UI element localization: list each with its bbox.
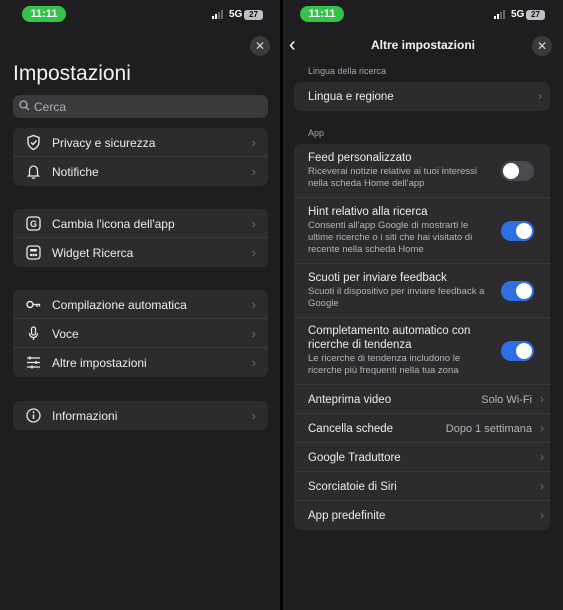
signal-icon (494, 10, 505, 19)
settings-group-input: Compilazione automatica › Voce › Altre i… (13, 290, 268, 377)
toggle-description: Le ricerche di tendenza includono le ric… (308, 353, 461, 376)
status-time: 11:11 (300, 6, 344, 22)
search-hint-toggle[interactable] (501, 221, 534, 241)
language-group: Lingua e regione › (294, 82, 550, 111)
microphone-icon (28, 326, 39, 340)
row-privacy[interactable]: Privacy e sicurezza › (13, 128, 268, 157)
row-more-settings[interactable]: Altre impostazioni › (13, 348, 268, 377)
page-title: Altre impostazioni (370, 38, 475, 52)
row-video-preview[interactable]: Anteprima video Solo Wi-Fi › (294, 385, 550, 414)
search-icon (19, 100, 30, 111)
toggle-title: Hint relativo alla ricerca (308, 206, 428, 218)
row-label: Lingua e regione (308, 91, 394, 103)
trending-autocomplete-toggle[interactable] (501, 341, 534, 361)
row-label: Compilazione automatica (52, 298, 187, 312)
section-header-search-language: Lingua della ricerca (308, 66, 387, 76)
chevron-right-icon: › (540, 421, 544, 435)
row-label: Altre impostazioni (52, 356, 147, 370)
network-label: 5G (229, 9, 243, 20)
settings-group-appearance: G Cambia l'icona dell'app › Widget Ricer… (13, 209, 268, 267)
widget-icon (26, 245, 41, 260)
more-settings-screen: 11:11 5G 27 ‹ Altre impostazioni ✕ Lingu… (283, 0, 563, 610)
row-voice[interactable]: Voce › (13, 319, 268, 348)
battery-icon: 27 (526, 10, 545, 20)
search-placeholder: Cerca (34, 100, 67, 114)
row-info[interactable]: Informazioni › (13, 401, 268, 430)
settings-screen: 11:11 5G 27 ✕ Impostazioni Cerca Privacy… (0, 0, 280, 610)
status-time: 11:11 (22, 6, 66, 22)
close-icon: ✕ (254, 39, 266, 53)
google-g-icon: G (26, 216, 41, 231)
search-input[interactable]: Cerca (13, 95, 268, 118)
close-button[interactable]: ✕ (532, 36, 552, 56)
toggle-description: Riceverai notizie relative ai tuoi inter… (308, 166, 477, 189)
row-label: App predefinite (308, 510, 386, 522)
close-icon: ✕ (536, 39, 548, 53)
row-label: Privacy e sicurezza (52, 136, 156, 150)
row-label: Voce (52, 327, 79, 341)
app-settings-group: Feed personalizzato Riceverai notizie re… (294, 144, 550, 530)
chevron-right-icon: › (538, 89, 542, 103)
chevron-right-icon: › (540, 479, 544, 493)
row-clear-tabs[interactable]: Cancella schede Dopo 1 settimana › (294, 414, 550, 443)
row-label: Cambia l'icona dell'app (52, 217, 175, 231)
row-value: Solo Wi-Fi (481, 394, 532, 406)
toggle-description: Scuoti il dispositivo per inviare feedba… (308, 286, 485, 309)
toggle-row-trending-autocomplete: Completamento automatico con ricerche di… (294, 318, 550, 385)
personalized-feed-toggle[interactable] (501, 161, 534, 181)
row-autofill[interactable]: Compilazione automatica › (13, 290, 268, 319)
row-label: Google Traduttore (308, 452, 401, 464)
row-label: Cancella schede (308, 423, 394, 435)
chevron-right-icon: › (540, 392, 544, 406)
chevron-right-icon: › (251, 164, 256, 179)
chevron-right-icon: › (251, 297, 256, 312)
row-siri-shortcuts[interactable]: Scorciatoie di Siri › (294, 472, 550, 501)
chevron-right-icon: › (251, 408, 256, 423)
status-bar: 11:11 5G 27 (0, 6, 280, 24)
status-bar: 11:11 5G 27 (283, 6, 563, 24)
settings-group-about: Informazioni › (13, 401, 268, 430)
page-title: Impostazioni (13, 62, 131, 85)
settings-group-privacy: Privacy e sicurezza › Notifiche › (13, 128, 268, 186)
info-icon (26, 408, 41, 423)
chevron-right-icon: › (251, 326, 256, 341)
close-button[interactable]: ✕ (250, 36, 270, 56)
signal-icon (212, 10, 223, 19)
row-label: Anteprima video (308, 394, 392, 406)
toggle-title: Scuoti per inviare feedback (308, 272, 447, 284)
row-change-icon[interactable]: G Cambia l'icona dell'app › (13, 209, 268, 238)
key-icon (26, 300, 41, 309)
section-header-app: App (308, 128, 325, 138)
row-google-translate[interactable]: Google Traduttore › (294, 443, 550, 472)
row-language-region[interactable]: Lingua e regione › (294, 82, 550, 111)
row-value: Dopo 1 settimana (445, 423, 532, 435)
chevron-right-icon: › (251, 245, 256, 260)
row-label: Widget Ricerca (52, 246, 134, 260)
toggle-description: Consenti all'app Google di mostrarti le … (308, 220, 473, 255)
shake-feedback-toggle[interactable] (501, 281, 534, 301)
svg-text:G: G (30, 219, 37, 229)
network-label: 5G (511, 9, 525, 20)
chevron-right-icon: › (540, 450, 544, 464)
toggle-title: Feed personalizzato (308, 152, 412, 164)
sliders-icon (27, 356, 40, 369)
row-notifications[interactable]: Notifiche › (13, 157, 268, 186)
battery-icon: 27 (244, 10, 263, 20)
row-default-apps[interactable]: App predefinite › (294, 501, 550, 530)
row-label: Scorciatoie di Siri (308, 481, 397, 493)
toggle-row-search-hint: Hint relativo alla ricerca Consenti all'… (294, 198, 550, 264)
chevron-right-icon: › (251, 135, 256, 150)
row-widget[interactable]: Widget Ricerca › (13, 238, 268, 267)
toggle-row-shake-feedback: Scuoti per inviare feedback Scuoti il di… (294, 264, 550, 318)
toggle-title: Completamento automatico con ricerche di… (308, 325, 471, 351)
bell-icon (26, 165, 41, 179)
row-label: Notifiche (52, 165, 99, 179)
row-label: Informazioni (52, 409, 118, 423)
shield-icon (27, 134, 40, 151)
chevron-right-icon: › (540, 508, 544, 522)
chevron-right-icon: › (251, 355, 256, 370)
chevron-right-icon: › (251, 216, 256, 231)
toggle-row-personalized-feed: Feed personalizzato Riceverai notizie re… (294, 144, 550, 198)
